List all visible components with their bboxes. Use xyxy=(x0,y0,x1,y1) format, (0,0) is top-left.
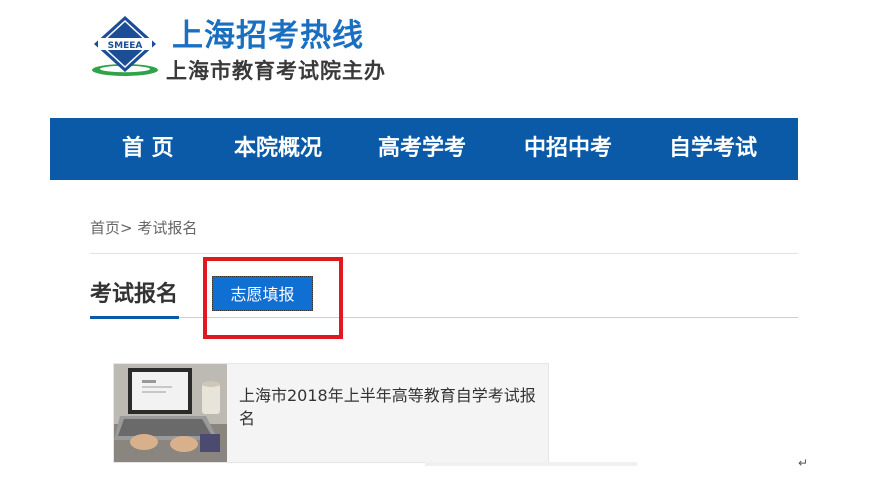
breadcrumb-current-link[interactable]: 考试报名 xyxy=(137,219,197,237)
breadcrumb-separator: > xyxy=(120,219,133,237)
laptop-thumbnail-image xyxy=(114,364,227,462)
logo-text: SMEEA xyxy=(108,41,143,51)
card-edge xyxy=(425,462,637,466)
nav-item-self-study-exam[interactable]: 自学考试 xyxy=(669,118,757,180)
divider xyxy=(90,253,798,254)
main-nav: 首 页 本院概况 高考学考 中招中考 自学考试 xyxy=(50,118,798,180)
nav-item-gaokao[interactable]: 高考学考 xyxy=(378,118,466,180)
smeea-logo-icon[interactable]: SMEEA xyxy=(90,14,160,80)
breadcrumb-home-link[interactable]: 首页 xyxy=(90,219,120,237)
news-card-title[interactable]: 上海市2018年上半年高等教育自学考试报名 xyxy=(239,384,544,430)
nav-item-home[interactable]: 首 页 xyxy=(122,118,174,180)
red-highlight-frame xyxy=(203,257,343,339)
news-card[interactable]: 上海市2018年上半年高等教育自学考试报名 xyxy=(113,363,549,463)
site-title[interactable]: 上海招考热线 xyxy=(172,10,364,55)
paragraph-return-mark: ↵ xyxy=(798,456,809,470)
nav-item-zhongkao[interactable]: 中招中考 xyxy=(524,118,612,180)
breadcrumb: 首页> 考试报名 xyxy=(90,217,197,238)
section-title[interactable]: 考试报名 xyxy=(90,276,178,308)
nav-item-about[interactable]: 本院概况 xyxy=(234,118,322,180)
site-subtitle: 上海市教育考试院主办 xyxy=(166,58,386,83)
active-tab-underline xyxy=(90,316,179,319)
